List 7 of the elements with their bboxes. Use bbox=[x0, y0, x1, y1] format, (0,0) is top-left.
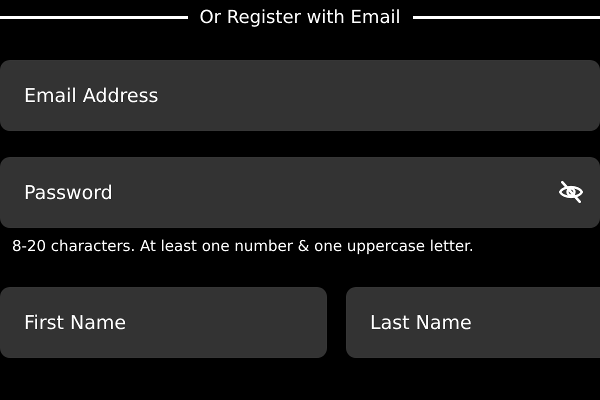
email-field[interactable]: Email Address bbox=[0, 60, 600, 131]
name-field[interactable]: First Name bbox=[0, 287, 327, 358]
name-field[interactable]: Last Name bbox=[346, 287, 600, 358]
password-field[interactable]: Password bbox=[0, 157, 600, 228]
password-hint: 8-20 characters. At least one number & one uppercase letter. bbox=[12, 237, 475, 257]
eye-slash-icon[interactable] bbox=[558, 179, 584, 205]
divider-label: Or Register with Email bbox=[200, 6, 400, 28]
